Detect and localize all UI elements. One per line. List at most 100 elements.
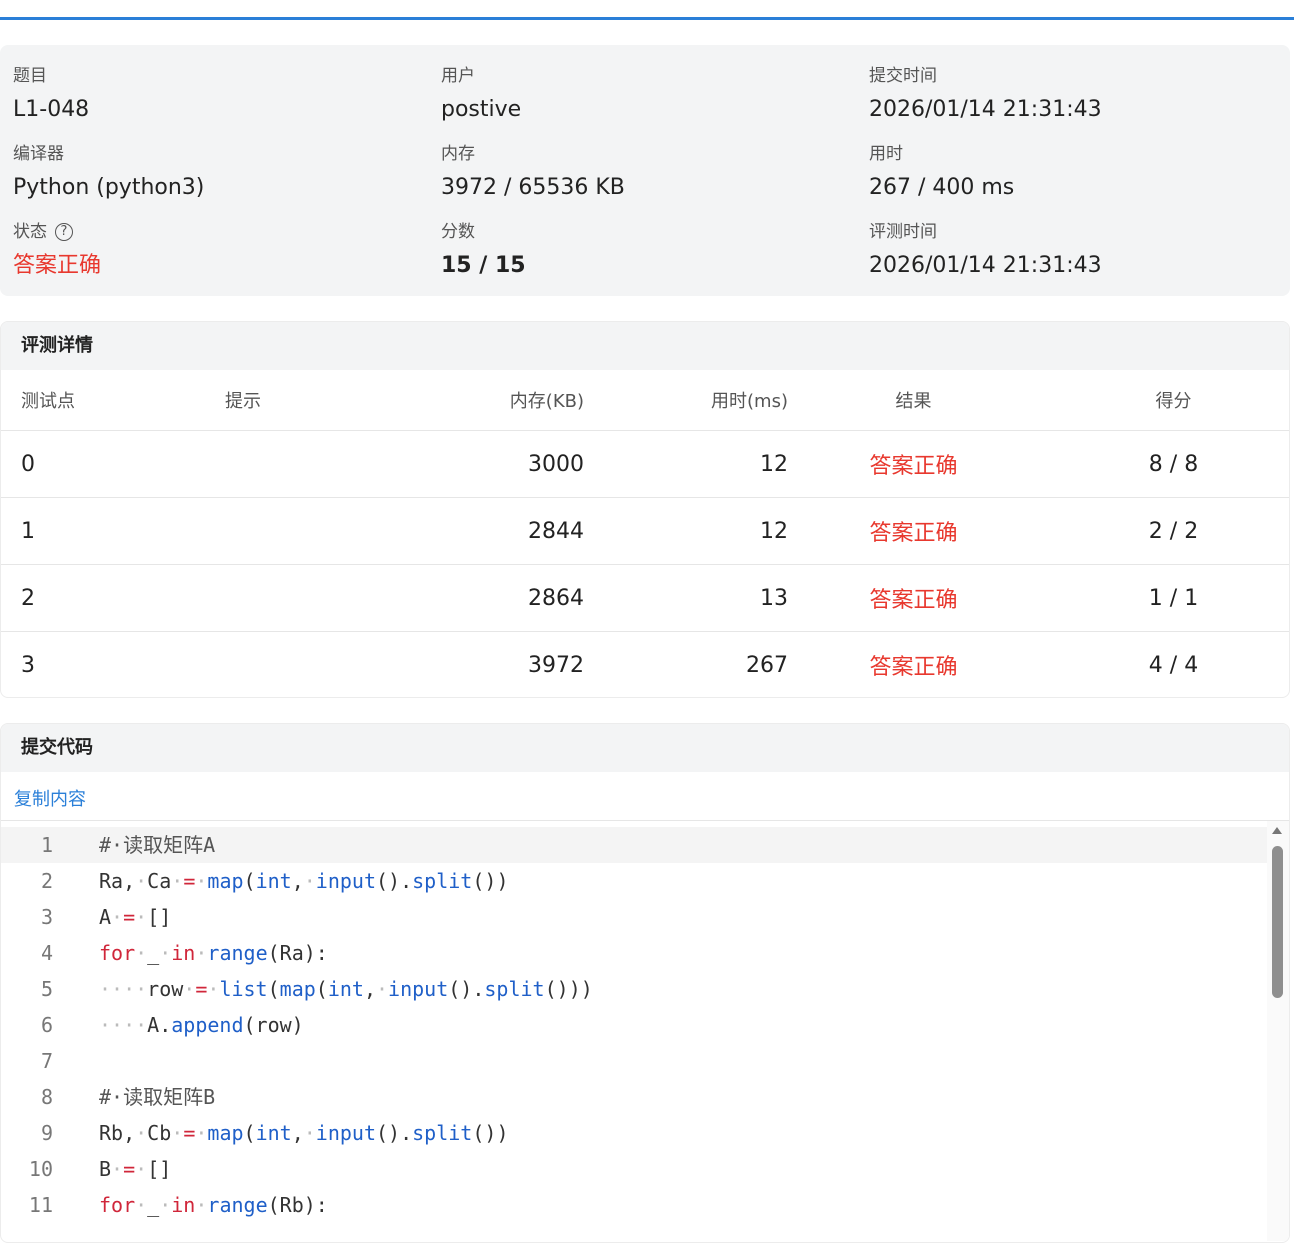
- code-token: ().: [448, 977, 485, 1001]
- code-token: append: [171, 1013, 244, 1037]
- code-token: range: [207, 1193, 268, 1217]
- submit-time-value: 2026/01/14 21:31:43: [869, 97, 1102, 122]
- code-token: []: [147, 905, 172, 929]
- code-editor[interactable]: 1 #·读取矩阵A 2 Ra,·Ca·=·map(int,·input().split…: [1, 821, 1289, 1241]
- code-token: ·: [171, 869, 184, 893]
- code-text: ····row·=·list(map(int,·input().split())…: [99, 971, 593, 1007]
- code-token: (Rb):: [267, 1193, 328, 1217]
- code-token: ·: [195, 1121, 208, 1145]
- vertical-scrollbar[interactable]: [1267, 821, 1289, 1241]
- code-line: 2 Ra,·Ca·=·map(int,·input().split()): [1, 863, 1269, 899]
- info-label: 分数: [441, 222, 475, 242]
- code-token: Rb,: [99, 1121, 136, 1145]
- top-accent-line: [0, 17, 1294, 20]
- cell-result: 答案正确: [869, 588, 958, 613]
- judge-details-title: 评测详情: [1, 322, 1289, 370]
- code-token: input: [388, 977, 449, 1001]
- code-token: ·: [135, 1157, 148, 1181]
- help-icon[interactable]: ?: [55, 223, 73, 241]
- code-token: for: [99, 941, 136, 965]
- code-token: ·: [135, 905, 148, 929]
- code-text: B·=·[]: [99, 1151, 171, 1187]
- info-time: 用时 267 / 400 ms: [869, 142, 1014, 202]
- code-token: ····: [99, 1013, 148, 1037]
- scroll-up-arrow-icon[interactable]: [1272, 827, 1282, 834]
- line-number: 1: [40, 833, 53, 857]
- code-token: in: [171, 941, 196, 965]
- header-memory: 内存(KB): [509, 391, 584, 412]
- user-value: postive: [441, 97, 522, 122]
- cell-result: 答案正确: [869, 655, 958, 680]
- info-status: 状态 ? 答案正确: [13, 220, 101, 280]
- info-label: 状态: [13, 222, 47, 242]
- code-token: input: [315, 869, 377, 893]
- code-token: range: [207, 941, 268, 965]
- line-number: 7: [40, 1049, 53, 1073]
- code-token: map: [207, 869, 244, 893]
- cell-test-point: 2: [21, 585, 35, 611]
- code-title: 提交代码: [1, 724, 1289, 772]
- code-token: ().: [376, 869, 413, 893]
- score-value: 15 / 15: [441, 253, 526, 278]
- copy-bar: 复制内容: [1, 772, 1289, 821]
- cell-hint: [225, 498, 425, 564]
- code-token: list: [219, 977, 268, 1001]
- code-line: 8 #·读取矩阵B: [1, 1079, 1269, 1115]
- code-token: ····: [99, 977, 148, 1001]
- status-value: 答案正确: [13, 253, 102, 278]
- table-row: 3 3972 267 答案正确 4 / 4: [1, 632, 1289, 697]
- code-token: ,: [291, 1121, 304, 1145]
- header-score: 得分: [1155, 391, 1192, 412]
- info-label: 用户: [441, 66, 475, 86]
- cell-memory: 2844: [528, 518, 584, 544]
- cell-memory: 3972: [528, 652, 584, 678]
- code-token: split: [412, 1121, 473, 1145]
- code-token: ·: [159, 1193, 172, 1217]
- code-token: =: [183, 869, 196, 893]
- header-hint: 提示: [225, 391, 261, 412]
- info-label: 题目: [13, 66, 47, 86]
- info-memory: 内存 3972 / 65536 KB: [441, 142, 625, 202]
- code-token: =: [123, 1157, 136, 1181]
- code-text: #·读取矩阵B: [99, 1079, 215, 1115]
- code-token: map: [279, 977, 316, 1001]
- table-row: 1 2844 12 答案正确 2 / 2: [1, 498, 1289, 565]
- scrollbar-thumb[interactable]: [1272, 846, 1283, 998]
- code-token: ·: [111, 905, 124, 929]
- info-label: 用时: [869, 144, 903, 164]
- code-token: int: [255, 1121, 292, 1145]
- code-token: ·: [135, 1121, 148, 1145]
- code-line: 6 ····A.append(row): [1, 1007, 1269, 1043]
- memory-value: 3972 / 65536 KB: [441, 175, 625, 200]
- code-token: ·: [159, 941, 172, 965]
- code-token: ,: [363, 977, 376, 1001]
- cell-time: 12: [760, 451, 788, 477]
- code-token: for: [99, 1193, 136, 1217]
- code-token: (: [243, 1121, 256, 1145]
- cell-score: 8 / 8: [1148, 451, 1199, 477]
- code-token: ·: [111, 1157, 124, 1181]
- line-number: 8: [40, 1085, 53, 1109]
- table-body: 0 3000 12 答案正确 8 / 8 1 2844 12 答案正确 2 / 2 2 2864 13 答…: [1, 431, 1289, 697]
- code-token: int: [255, 869, 292, 893]
- cell-time: 12: [760, 518, 788, 544]
- code-token: =: [123, 905, 136, 929]
- header-result: 结果: [895, 391, 932, 412]
- time-value: 267 / 400 ms: [869, 175, 1015, 200]
- code-token: ·: [195, 1193, 208, 1217]
- line-number: 4: [40, 941, 53, 965]
- code-token: ·: [195, 941, 208, 965]
- code-token: int: [327, 977, 364, 1001]
- code-token: split: [484, 977, 545, 1001]
- code-token: ·: [135, 941, 148, 965]
- copy-content-link[interactable]: 复制内容: [14, 785, 86, 811]
- code-token: ()): [472, 869, 509, 893]
- line-number: 3: [40, 905, 53, 929]
- code-token: (: [243, 869, 256, 893]
- code-token: ·: [171, 1121, 184, 1145]
- cell-memory: 3000: [528, 451, 584, 477]
- code-token: ·: [303, 869, 316, 893]
- code-token: A.: [147, 1013, 172, 1037]
- code-text: Rb,·Cb·=·map(int,·input().split()): [99, 1115, 508, 1151]
- cell-time: 267: [746, 652, 788, 678]
